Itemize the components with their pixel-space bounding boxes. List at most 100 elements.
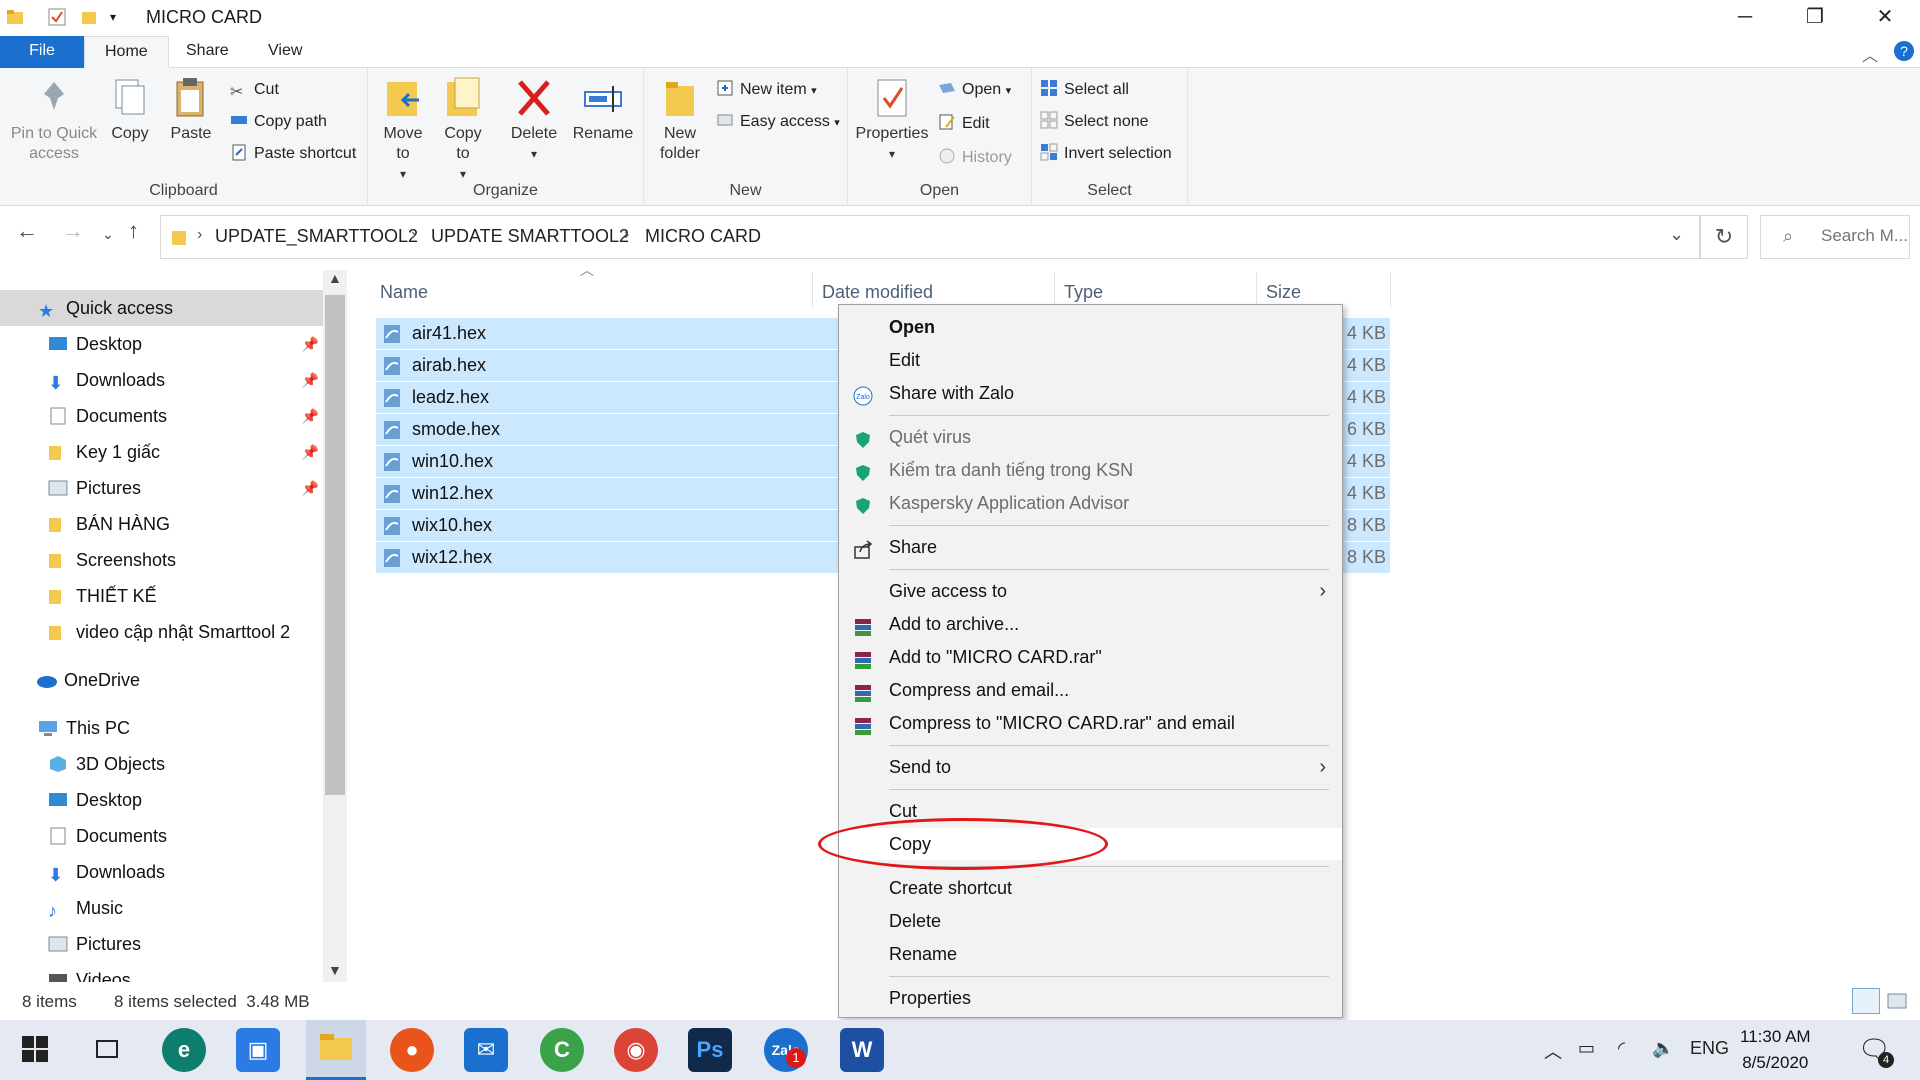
nav-item-3d-objects[interactable]: 3D Objects [0, 746, 325, 782]
breadcrumb-micro-card[interactable]: MICRO CARD [645, 226, 761, 247]
easy-access-button[interactable]: Easy access ▾ [716, 110, 840, 134]
tab-share[interactable]: Share [166, 36, 249, 68]
menu-item-edit[interactable]: Edit [839, 344, 1342, 376]
menu-item-rename[interactable]: Rename [839, 938, 1342, 970]
address-bar[interactable]: › UPDATE_SMARTTOOL2 › UPDATE SMARTTOOL2 … [160, 215, 1700, 259]
menu-item-share[interactable]: Share [839, 531, 1342, 563]
menu-item-share-zalo[interactable]: Zalo Share with Zalo [839, 377, 1342, 409]
nav-item-thiet-ke[interactable]: THIẾT KẾ [0, 578, 325, 614]
column-divider[interactable] [1390, 272, 1391, 308]
tab-view[interactable]: View [248, 36, 322, 68]
menu-item-add-rar[interactable]: Add to "MICRO CARD.rar" [839, 641, 1342, 673]
rename-ribbon-button[interactable]: Rename [568, 76, 638, 144]
customize-quick-access-icon[interactable]: ▾ [110, 10, 128, 28]
task-view-icon[interactable] [94, 1036, 120, 1067]
cut-button[interactable]: ✂ Cut [230, 78, 279, 102]
ccleaner-icon[interactable]: C [540, 1028, 584, 1072]
move-to-button[interactable]: Move to ▾ [376, 76, 430, 184]
wifi-icon[interactable]: ◜ [1618, 1038, 1625, 1059]
nav-quick-access[interactable]: ★ Quick access [0, 290, 325, 326]
menu-item-compress-email[interactable]: Compress and email... [839, 674, 1342, 706]
mail-icon[interactable]: ✉ [464, 1028, 508, 1072]
back-arrow-icon[interactable]: ← [16, 218, 38, 244]
copy-to-button[interactable]: Copy to ▾ [436, 76, 490, 184]
edge-icon[interactable]: e [162, 1028, 206, 1072]
copy-ribbon-button[interactable]: Copy [104, 76, 156, 144]
menu-item-delete[interactable]: Delete [839, 905, 1342, 937]
search-input[interactable] [1821, 226, 1911, 246]
help-icon[interactable]: ? [1894, 41, 1914, 61]
nav-item-documents-pinned[interactable]: Documents 📌 [0, 398, 325, 434]
tab-home[interactable]: Home [84, 36, 169, 68]
menu-item-add-archive[interactable]: Add to archive... [839, 608, 1342, 640]
column-divider[interactable] [1256, 272, 1257, 308]
nav-item-downloads-pinned[interactable]: ⬇ Downloads 📌 [0, 362, 325, 398]
select-all-button[interactable]: Select all [1040, 78, 1129, 102]
show-hidden-icons-chevron-icon[interactable]: ︿ [1544, 1038, 1562, 1064]
new-item-button[interactable]: New item ▾ [716, 78, 817, 102]
edit-ribbon-button[interactable]: Edit [938, 112, 990, 136]
menu-item-send-to[interactable]: Send to › [839, 751, 1342, 783]
open-ribbon-button[interactable]: Open ▾ [938, 78, 1011, 102]
close-button[interactable]: ✕ [1850, 0, 1920, 34]
invert-selection-button[interactable]: Invert selection [1040, 142, 1172, 166]
menu-item-give-access[interactable]: Give access to › [839, 575, 1342, 607]
tab-file[interactable]: File [0, 36, 84, 68]
column-divider[interactable] [1054, 272, 1055, 308]
recent-locations-chevron-icon[interactable]: ⌄ [102, 226, 114, 243]
nav-item-music[interactable]: ♪ Music [0, 890, 325, 926]
scroll-down-arrow-icon[interactable]: ▼ [328, 962, 342, 978]
input-language[interactable]: ENG [1690, 1038, 1729, 1059]
delete-ribbon-button[interactable]: Delete ▾ [504, 76, 564, 164]
maximize-button[interactable]: ❐ [1780, 0, 1850, 34]
refresh-icon[interactable]: ↻ [1700, 215, 1748, 259]
firefox-icon[interactable]: ● [390, 1028, 434, 1072]
photoshop-icon[interactable]: Ps [688, 1028, 732, 1072]
menu-item-scan-virus[interactable]: Quét virus [839, 421, 1342, 453]
forward-arrow-icon[interactable]: → [62, 218, 84, 244]
pin-quick-access-button[interactable]: Pin to Quick access [6, 76, 102, 164]
paste-button[interactable]: Paste [164, 76, 218, 144]
chrome-icon[interactable]: ◉ [614, 1028, 658, 1072]
nav-item-ban-hang[interactable]: BÁN HÀNG [0, 506, 325, 542]
minimize-button[interactable]: ─ [1710, 0, 1780, 34]
details-view-icon[interactable] [1852, 988, 1880, 1014]
nav-item-videos[interactable]: Videos [0, 962, 325, 982]
up-arrow-icon[interactable]: ↑ [128, 218, 139, 244]
search-box[interactable]: ⌕ [1760, 215, 1911, 259]
nav-item-pictures[interactable]: Pictures [0, 926, 325, 962]
breadcrumb-separator[interactable]: › [411, 226, 416, 244]
menu-item-properties[interactable]: Properties [839, 982, 1342, 1014]
breadcrumb-update-smarttool2-sub[interactable]: UPDATE SMARTTOOL2 [431, 226, 629, 247]
nav-this-pc[interactable]: This PC [0, 710, 325, 746]
nav-item-video-cap-nhat[interactable]: video cập nhật Smarttool 2 [0, 614, 325, 650]
nav-onedrive[interactable]: OneDrive [0, 662, 325, 698]
menu-item-create-shortcut[interactable]: Create shortcut [839, 872, 1342, 904]
nav-item-screenshots[interactable]: Screenshots [0, 542, 325, 578]
nav-item-desktop[interactable]: Desktop [0, 782, 325, 818]
new-folder-quick-icon[interactable] [80, 8, 98, 26]
copy-path-button[interactable]: Copy path [230, 110, 327, 134]
nav-item-pictures-pinned[interactable]: Pictures 📌 [0, 470, 325, 506]
paste-shortcut-button[interactable]: Paste shortcut [230, 142, 356, 166]
nav-item-desktop-pinned[interactable]: Desktop 📌 [0, 326, 325, 362]
store-icon[interactable]: ▣ [236, 1028, 280, 1072]
windows-start-icon[interactable] [22, 1036, 48, 1067]
nav-scrollbar-thumb[interactable] [325, 295, 345, 795]
breadcrumb-separator[interactable]: › [197, 226, 202, 244]
word-icon[interactable]: W [840, 1028, 884, 1072]
file-explorer-taskbar-button[interactable] [306, 1020, 366, 1080]
new-folder-button[interactable]: New folder [652, 76, 708, 164]
scroll-up-arrow-icon[interactable]: ▲ [328, 270, 342, 286]
address-dropdown-chevron-icon[interactable]: ⌄ [1669, 224, 1684, 245]
menu-item-kaspersky-advisor[interactable]: Kaspersky Application Advisor [839, 487, 1342, 519]
large-icons-view-icon[interactable] [1884, 990, 1910, 1012]
breadcrumb-update-smarttool2[interactable]: UPDATE_SMARTTOOL2 [215, 226, 418, 247]
clock[interactable]: 11:30 AM 8/5/2020 [1740, 1024, 1811, 1076]
nav-item-key-1-giac[interactable]: Key 1 giấc 📌 [0, 434, 325, 470]
column-header-name[interactable]: Name [380, 276, 428, 308]
properties-ribbon-button[interactable]: Properties ▾ [854, 76, 930, 164]
volume-icon[interactable]: 🔈 [1652, 1038, 1674, 1059]
breadcrumb-separator[interactable]: › [624, 226, 629, 244]
nav-item-downloads[interactable]: ⬇ Downloads [0, 854, 325, 890]
